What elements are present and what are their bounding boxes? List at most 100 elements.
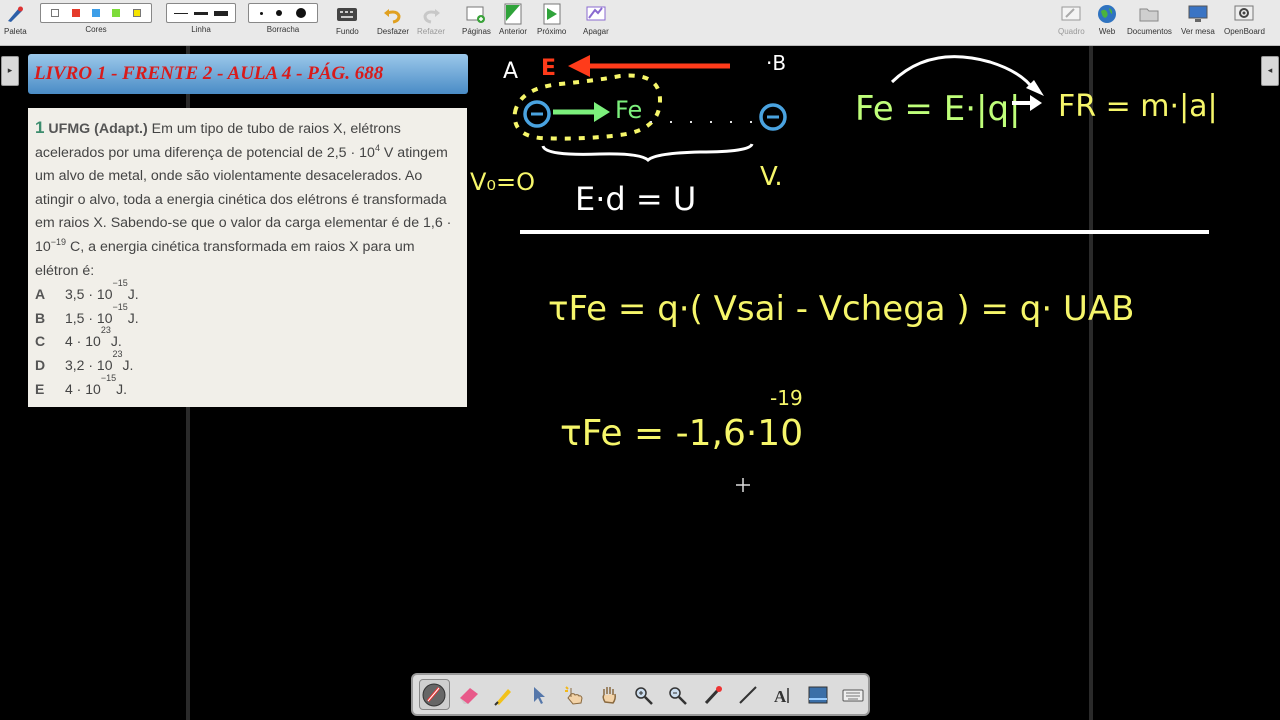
previous-label: Anterior — [499, 27, 528, 36]
folder-icon — [1138, 3, 1160, 25]
line-thin[interactable] — [174, 12, 188, 14]
redo-icon — [420, 3, 442, 25]
electron-left — [523, 100, 551, 128]
redo-button[interactable]: Refazer — [417, 3, 445, 36]
eraser-group: Borracha — [248, 3, 318, 34]
force-arrow — [553, 102, 610, 122]
laser-pointer-icon — [705, 685, 723, 704]
arrow-pointer-icon — [533, 686, 545, 704]
eraser-sizes — [248, 3, 318, 23]
work-equation: τFe = q·( Vsai - Vchega ) = q· UAB — [548, 289, 1134, 329]
monitor-icon — [1187, 3, 1209, 25]
eraser-large[interactable] — [296, 8, 307, 18]
eraser-tool[interactable] — [454, 679, 485, 710]
question-source: UFMG (Adapt.) — [48, 121, 148, 137]
virtual-keyboard-icon — [842, 689, 864, 701]
implies-arrow — [1012, 95, 1042, 111]
clear-page-icon — [585, 3, 607, 25]
left-panel-toggle[interactable]: ▸ — [1, 56, 19, 86]
web-label: Web — [1098, 27, 1116, 36]
zoom-out-tool[interactable] — [663, 679, 694, 710]
question-text: 1 UFMG (Adapt.) Em um tipo de tubo de ra… — [35, 116, 461, 283]
question-exp-2: −19 — [50, 236, 67, 247]
option-c: C4 · 10 23 J. — [35, 325, 122, 350]
arrow-left-icon: ◂ — [1267, 66, 1273, 76]
label-v0: V₀=O — [470, 168, 535, 196]
background-label: Fundo — [336, 27, 359, 36]
openboard-button[interactable]: OpenBoard — [1224, 3, 1265, 36]
option-e: E4 · 10 −15 J. — [35, 372, 127, 397]
add-page-icon — [465, 3, 487, 25]
palette-label: Paleta — [4, 27, 27, 36]
stylus-palette: A — [411, 673, 870, 716]
eraser-medium[interactable] — [276, 10, 283, 16]
arrow-right-icon: ▸ — [7, 66, 13, 76]
delete-button[interactable]: Apagar — [583, 3, 609, 36]
colors-group: Cores — [40, 3, 152, 34]
keyboard-icon — [336, 3, 358, 25]
question-card: 1 UFMG (Adapt.) Em um tipo de tubo de ra… — [28, 108, 467, 407]
color-green[interactable] — [112, 9, 121, 17]
previous-button[interactable]: Anterior — [499, 3, 527, 36]
equation-ed-u: E·d = U — [575, 180, 696, 218]
laser-pointer-tool[interactable] — [698, 679, 729, 710]
desktop-label: Ver mesa — [1181, 27, 1215, 36]
question-number: 1 — [35, 118, 45, 137]
line-group: Linha — [166, 3, 236, 34]
desktop-button[interactable]: Ver mesa — [1181, 3, 1215, 36]
line-icon — [739, 685, 757, 704]
interact-tool[interactable] — [558, 679, 589, 710]
web-button[interactable]: Web — [1096, 3, 1118, 36]
arc-arrow — [890, 55, 1036, 91]
label-point-a: A — [503, 59, 518, 84]
top-toolbar: Paleta Cores Linha Borracha Fundo Desfaz… — [0, 0, 1280, 46]
capture-tool[interactable] — [802, 679, 833, 710]
option-b: B 1,5 · 10 −15 J. — [35, 301, 139, 326]
documents-button[interactable]: Documentos — [1127, 3, 1172, 36]
eraser-small[interactable] — [259, 11, 263, 15]
select-tool[interactable] — [524, 679, 555, 710]
option-d: D 3,2 · 10 23 J. — [35, 348, 134, 373]
next-label: Próximo — [537, 27, 567, 36]
color-yellow[interactable] — [132, 9, 141, 17]
next-button[interactable]: Próximo — [537, 3, 566, 36]
redo-label: Refazer — [417, 27, 446, 36]
colors-label: Cores — [85, 25, 107, 34]
option-a: A 3,5 · 10 −15 J. — [35, 278, 139, 303]
crosshair-cursor-icon — [736, 478, 750, 492]
board-label: Quadro — [1058, 27, 1085, 36]
zoom-in-icon — [634, 686, 653, 705]
capture-icon — [808, 686, 828, 703]
pen-tool[interactable] — [419, 679, 450, 710]
hand-tool[interactable] — [593, 679, 624, 710]
right-panel-toggle[interactable]: ◂ — [1261, 56, 1279, 86]
globe-icon — [1096, 3, 1118, 25]
color-blue[interactable] — [91, 9, 100, 17]
line-thick[interactable] — [214, 10, 228, 16]
lesson-banner: LIVRO 1 - FRENTE 2 - AULA 4 - PÁG. 688 — [28, 54, 468, 94]
hand-pointer-icon — [564, 685, 583, 705]
highlighter-tool[interactable] — [489, 679, 520, 710]
keyboard-tool[interactable] — [837, 679, 868, 710]
openboard-label: OpenBoard — [1224, 27, 1265, 36]
text-icon: A — [774, 687, 789, 706]
color-white[interactable] — [51, 9, 60, 17]
label-point-b: ·B — [766, 51, 786, 75]
board-button[interactable]: Quadro — [1058, 3, 1085, 36]
palette-icon — [4, 3, 26, 25]
background-button[interactable]: Fundo — [336, 3, 359, 36]
next-page-icon — [541, 3, 563, 25]
color-red[interactable] — [71, 9, 80, 17]
board-icon — [1060, 3, 1082, 25]
undo-button[interactable]: Desfazer — [377, 3, 409, 36]
electron-right — [759, 103, 787, 131]
line-tool[interactable] — [733, 679, 764, 710]
arc-arrow-head — [1026, 80, 1044, 96]
electric-field-arrow — [568, 55, 730, 77]
text-tool[interactable]: A — [767, 679, 798, 710]
board-guide-line — [1089, 46, 1093, 720]
pages-button[interactable]: Páginas — [462, 3, 491, 36]
palette-button[interactable]: Paleta — [4, 3, 27, 36]
zoom-in-tool[interactable] — [628, 679, 659, 710]
line-medium[interactable] — [194, 11, 208, 15]
